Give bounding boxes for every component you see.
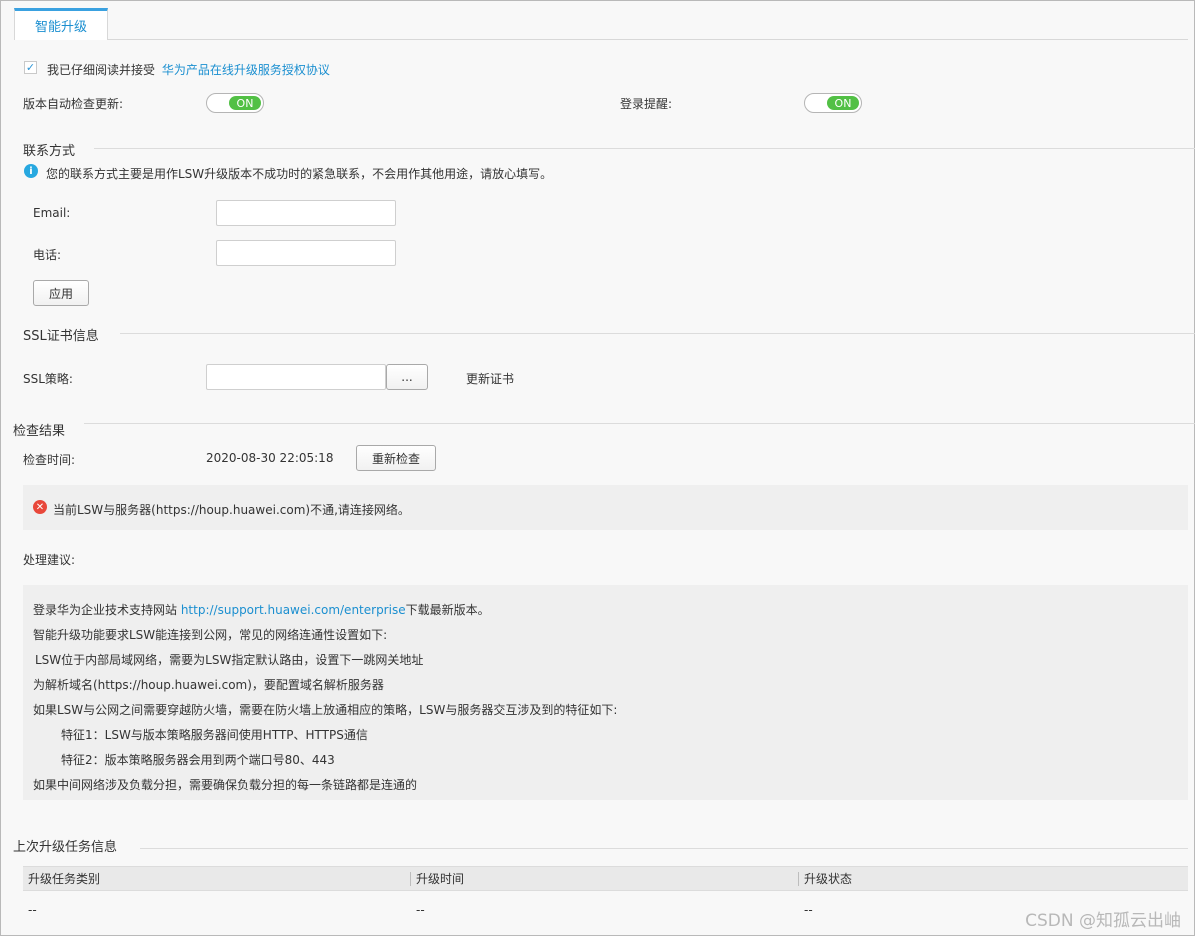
info-icon: i	[24, 164, 38, 178]
advice-line-5: 如果LSW与公网之间需要穿越防火墙，需要在防火墙上放通相应的策略，LSW与服务器…	[33, 703, 618, 717]
ssl-section-title: SSL证书信息	[23, 329, 99, 344]
advice-line-1: 登录华为企业技术支持网站 http://support.huawei.com/e…	[33, 601, 490, 618]
agreement-text: 我已仔细阅读并接受 华为产品在线升级服务授权协议	[47, 61, 330, 78]
contact-section-divider	[94, 148, 1195, 149]
support-link[interactable]: http://support.huawei.com/enterprise	[181, 603, 406, 617]
checkmark-icon: ✓	[25, 61, 36, 74]
table-cell-task-type: --	[28, 903, 37, 917]
email-field[interactable]	[216, 200, 396, 226]
contact-notice: 您的联系方式主要是用作LSW升级版本不成功时的紧急联系，不会用作其他用途，请放心…	[46, 167, 553, 181]
check-time-value: 2020-08-30 22:05:18	[206, 451, 334, 465]
advice-line-2: 智能升级功能要求LSW能连接到公网，常见的网络连通性设置如下:	[33, 628, 388, 642]
ssl-policy-input[interactable]	[206, 364, 386, 390]
ssl-policy-label: SSL策略:	[23, 372, 73, 386]
check-section-divider	[84, 423, 1195, 424]
update-certificate-link[interactable]: 更新证书	[466, 370, 514, 387]
auto-check-label: 版本自动检查更新:	[23, 97, 124, 111]
advice-line-1-prefix: 登录华为企业技术支持网站	[33, 603, 181, 617]
advice-label: 处理建议:	[23, 553, 76, 567]
advice-line-4: 为解析域名(https://houp.huawei.com)，要配置域名解析服务…	[33, 678, 384, 692]
tab-bar-divider	[14, 39, 1188, 40]
advice-line-3: LSW位于内部局域网络，需要为LSW指定默认路由，设置下一跳网关地址	[35, 653, 424, 667]
ssl-section-divider	[120, 333, 1195, 334]
table-cell-upgrade-time: --	[416, 903, 425, 917]
email-label: Email:	[33, 206, 71, 220]
agreement-prefix: 我已仔细阅读并接受	[47, 63, 156, 77]
error-message: 当前LSW与服务器(https://houp.huawei.com)不通,请连接…	[53, 503, 410, 517]
tab-smart-upgrade[interactable]: 智能升级	[14, 8, 108, 40]
check-time-label: 检查时间:	[23, 453, 76, 467]
column-header-upgrade-status[interactable]: 升级状态	[799, 867, 852, 890]
check-section-title: 检查结果	[13, 424, 66, 439]
agreement-checkbox[interactable]: ✓	[24, 61, 37, 74]
column-header-task-type[interactable]: 升级任务类别	[23, 867, 100, 890]
login-reminder-label: 登录提醒:	[620, 97, 673, 111]
last-task-section-divider	[140, 848, 1188, 849]
auto-check-toggle-state: ON	[229, 96, 261, 110]
ssl-browse-button[interactable]: ...	[386, 364, 428, 390]
advice-line-8: 如果中间网络涉及负载分担，需要确保负载分担的每一条链路都是连通的	[33, 778, 418, 792]
advice-line-6: 特征1：LSW与版本策略服务器间使用HTTP、HTTPS通信	[61, 728, 368, 742]
advice-line-1-suffix: 下载最新版本。	[405, 603, 490, 617]
agreement-link[interactable]: 华为产品在线升级服务授权协议	[162, 63, 330, 77]
table-header: 升级任务类别 升级时间 升级状态	[23, 866, 1188, 891]
phone-label: 电话:	[33, 248, 62, 262]
watermark: CSDN @知孤云出岫	[1025, 911, 1181, 931]
auto-check-toggle[interactable]: ON	[206, 93, 264, 113]
apply-button[interactable]: 应用	[33, 280, 89, 306]
advice-line-7: 特征2：版本策略服务器会用到两个端口号80、443	[61, 753, 335, 767]
column-header-upgrade-time[interactable]: 升级时间	[411, 867, 464, 890]
contact-section-title: 联系方式	[23, 144, 76, 159]
login-reminder-toggle-state: ON	[827, 96, 859, 110]
last-task-section-title: 上次升级任务信息	[13, 840, 118, 855]
phone-field[interactable]	[216, 240, 396, 266]
recheck-button[interactable]: 重新检查	[356, 445, 436, 471]
table-cell-upgrade-status: --	[804, 903, 813, 917]
error-icon: ✕	[33, 500, 47, 514]
login-reminder-toggle[interactable]: ON	[804, 93, 862, 113]
